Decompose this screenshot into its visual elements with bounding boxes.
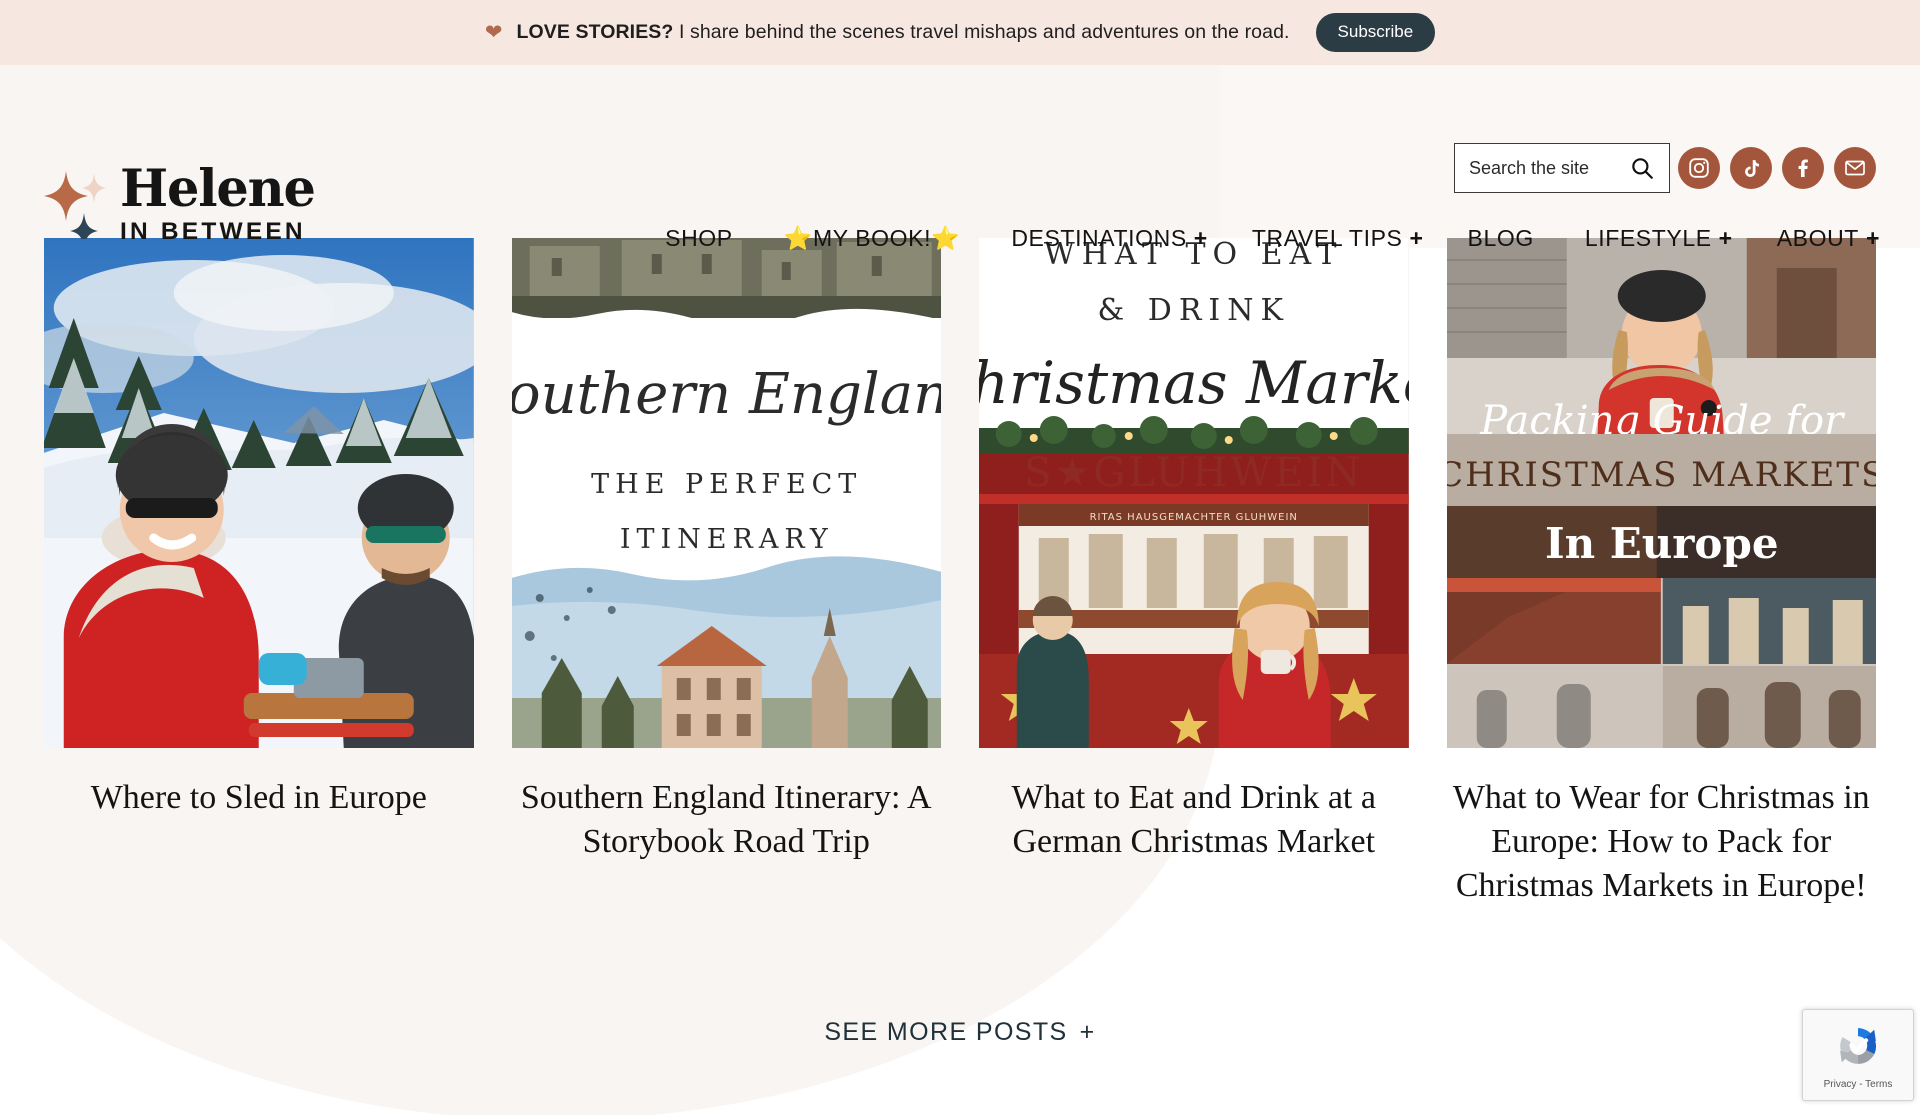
- heart-icon: ❤: [484, 21, 503, 44]
- announcement-bar: ❤ LOVE STORIES? I share behind the scene…: [0, 0, 1920, 65]
- recaptcha-label: Privacy - Terms: [1823, 1079, 1893, 1090]
- post-thumbnail[interactable]: Southern England THE PERFECT ITINERARY: [511, 238, 942, 748]
- search-icon[interactable]: [1629, 155, 1669, 181]
- nav-item-shop[interactable]: SHOP: [665, 225, 740, 252]
- see-more-posts-button[interactable]: SEE MORE POSTS +: [824, 1018, 1095, 1047]
- post-card[interactable]: Southern England THE PERFECT ITINERARY: [511, 238, 942, 909]
- nav-label: LIFESTYLE: [1584, 225, 1712, 251]
- social-links: [1678, 147, 1876, 189]
- nav-plus: +: [1865, 225, 1880, 251]
- search-box[interactable]: [1454, 143, 1670, 193]
- logo-text: Helene IN BETWEEN: [120, 159, 316, 246]
- post-thumbnail[interactable]: WHAT TO EAT & DRINK Christmas Market S★G…: [979, 238, 1409, 748]
- svg-text:Southern England: Southern England: [512, 362, 942, 427]
- nav-item-lifestyle[interactable]: LIFESTYLE +: [1585, 225, 1733, 252]
- svg-text:Christmas Market: Christmas Market: [979, 349, 1409, 417]
- nav-item-travel-tips[interactable]: TRAVEL TIPS +: [1252, 225, 1424, 252]
- nav-plus: +: [1718, 225, 1733, 251]
- post-card[interactable]: WHAT TO EAT & DRINK Christmas Market S★G…: [979, 238, 1409, 909]
- nav-item-my-book[interactable]: ⭐MY BOOK!⭐: [784, 225, 968, 252]
- nav-item-blog[interactable]: BLOG: [1468, 225, 1541, 252]
- main-navigation: SHOP ⭐MY BOOK!⭐ DESTINATIONS + TRAVEL TI…: [665, 225, 1880, 252]
- site-header: Helene IN BETWEEN Search the site SHOP ⭐…: [0, 65, 1920, 253]
- site-logo[interactable]: Helene IN BETWEEN: [44, 159, 316, 249]
- facebook-icon[interactable]: [1782, 147, 1824, 189]
- tiktok-icon[interactable]: [1730, 147, 1772, 189]
- post-thumbnail[interactable]: Packing Guide for CHRISTMAS MARKETS In E…: [1446, 238, 1877, 748]
- svg-text:ITINERARY: ITINERARY: [619, 524, 833, 555]
- svg-text:THE PERFECT: THE PERFECT: [591, 469, 862, 500]
- logo-sub-text: IN BETWEEN: [120, 217, 306, 245]
- nav-plus: +: [1193, 225, 1208, 251]
- nav-label: BLOG: [1467, 225, 1534, 251]
- nav-plus: +: [1409, 225, 1424, 251]
- svg-text:In Europe: In Europe: [1544, 519, 1778, 568]
- announcement-text: LOVE STORIES? I share behind the scenes …: [516, 21, 1289, 44]
- announcement-bold: LOVE STORIES?: [516, 21, 674, 43]
- post-card[interactable]: Packing Guide for CHRISTMAS MARKETS In E…: [1446, 238, 1877, 909]
- logo-main-text: Helene: [120, 159, 316, 219]
- post-card[interactable]: Where to Sled in Europe: [44, 238, 474, 909]
- instagram-icon[interactable]: [1678, 147, 1720, 189]
- post-title[interactable]: Where to Sled in Europe: [44, 776, 474, 820]
- sparkles-icon: [44, 165, 110, 249]
- see-more-plus-icon: +: [1079, 1018, 1096, 1046]
- recaptcha-icon: [1832, 1020, 1884, 1077]
- recaptcha-badge[interactable]: Privacy - Terms: [1802, 1009, 1914, 1101]
- post-title[interactable]: Southern England Itinerary: A Storybook …: [512, 776, 942, 864]
- svg-text:& DRINK: & DRINK: [1098, 293, 1290, 328]
- announcement-rest: I share behind the scenes travel mishaps…: [673, 21, 1290, 43]
- post-thumbnail[interactable]: [44, 238, 474, 748]
- post-title[interactable]: What to Eat and Drink at a German Christ…: [979, 776, 1409, 864]
- see-more-posts: SEE MORE POSTS +: [0, 1018, 1920, 1047]
- nav-label: ⭐MY BOOK!⭐: [783, 225, 961, 251]
- nav-label: TRAVEL TIPS: [1251, 225, 1403, 251]
- email-icon[interactable]: [1834, 147, 1876, 189]
- nav-item-destinations[interactable]: DESTINATIONS +: [1011, 225, 1208, 252]
- svg-text:CHRISTMAS MARKETS: CHRISTMAS MARKETS: [1447, 455, 1877, 495]
- nav-label: ABOUT: [1776, 225, 1859, 251]
- nav-item-about[interactable]: ABOUT +: [1777, 225, 1880, 252]
- page-root: ❤ LOVE STORIES? I share behind the scene…: [0, 0, 1920, 1115]
- post-title[interactable]: What to Wear for Christmas in Europe: Ho…: [1447, 776, 1877, 909]
- subscribe-button[interactable]: Subscribe: [1315, 13, 1436, 52]
- svg-text:S★GLUHWEIN: S★GLUHWEIN: [1024, 450, 1363, 496]
- search-input[interactable]: [1455, 157, 1629, 179]
- posts-grid: Where to Sled in Europe uthern Engla THE…: [44, 238, 1876, 909]
- nav-label: SHOP: [665, 225, 733, 251]
- see-more-label: SEE MORE POSTS: [824, 1018, 1068, 1046]
- svg-text:RITAS HAUSGEMACHTER GLUHWEIN: RITAS HAUSGEMACHTER GLUHWEIN: [1090, 512, 1298, 523]
- nav-label: DESTINATIONS: [1011, 225, 1187, 251]
